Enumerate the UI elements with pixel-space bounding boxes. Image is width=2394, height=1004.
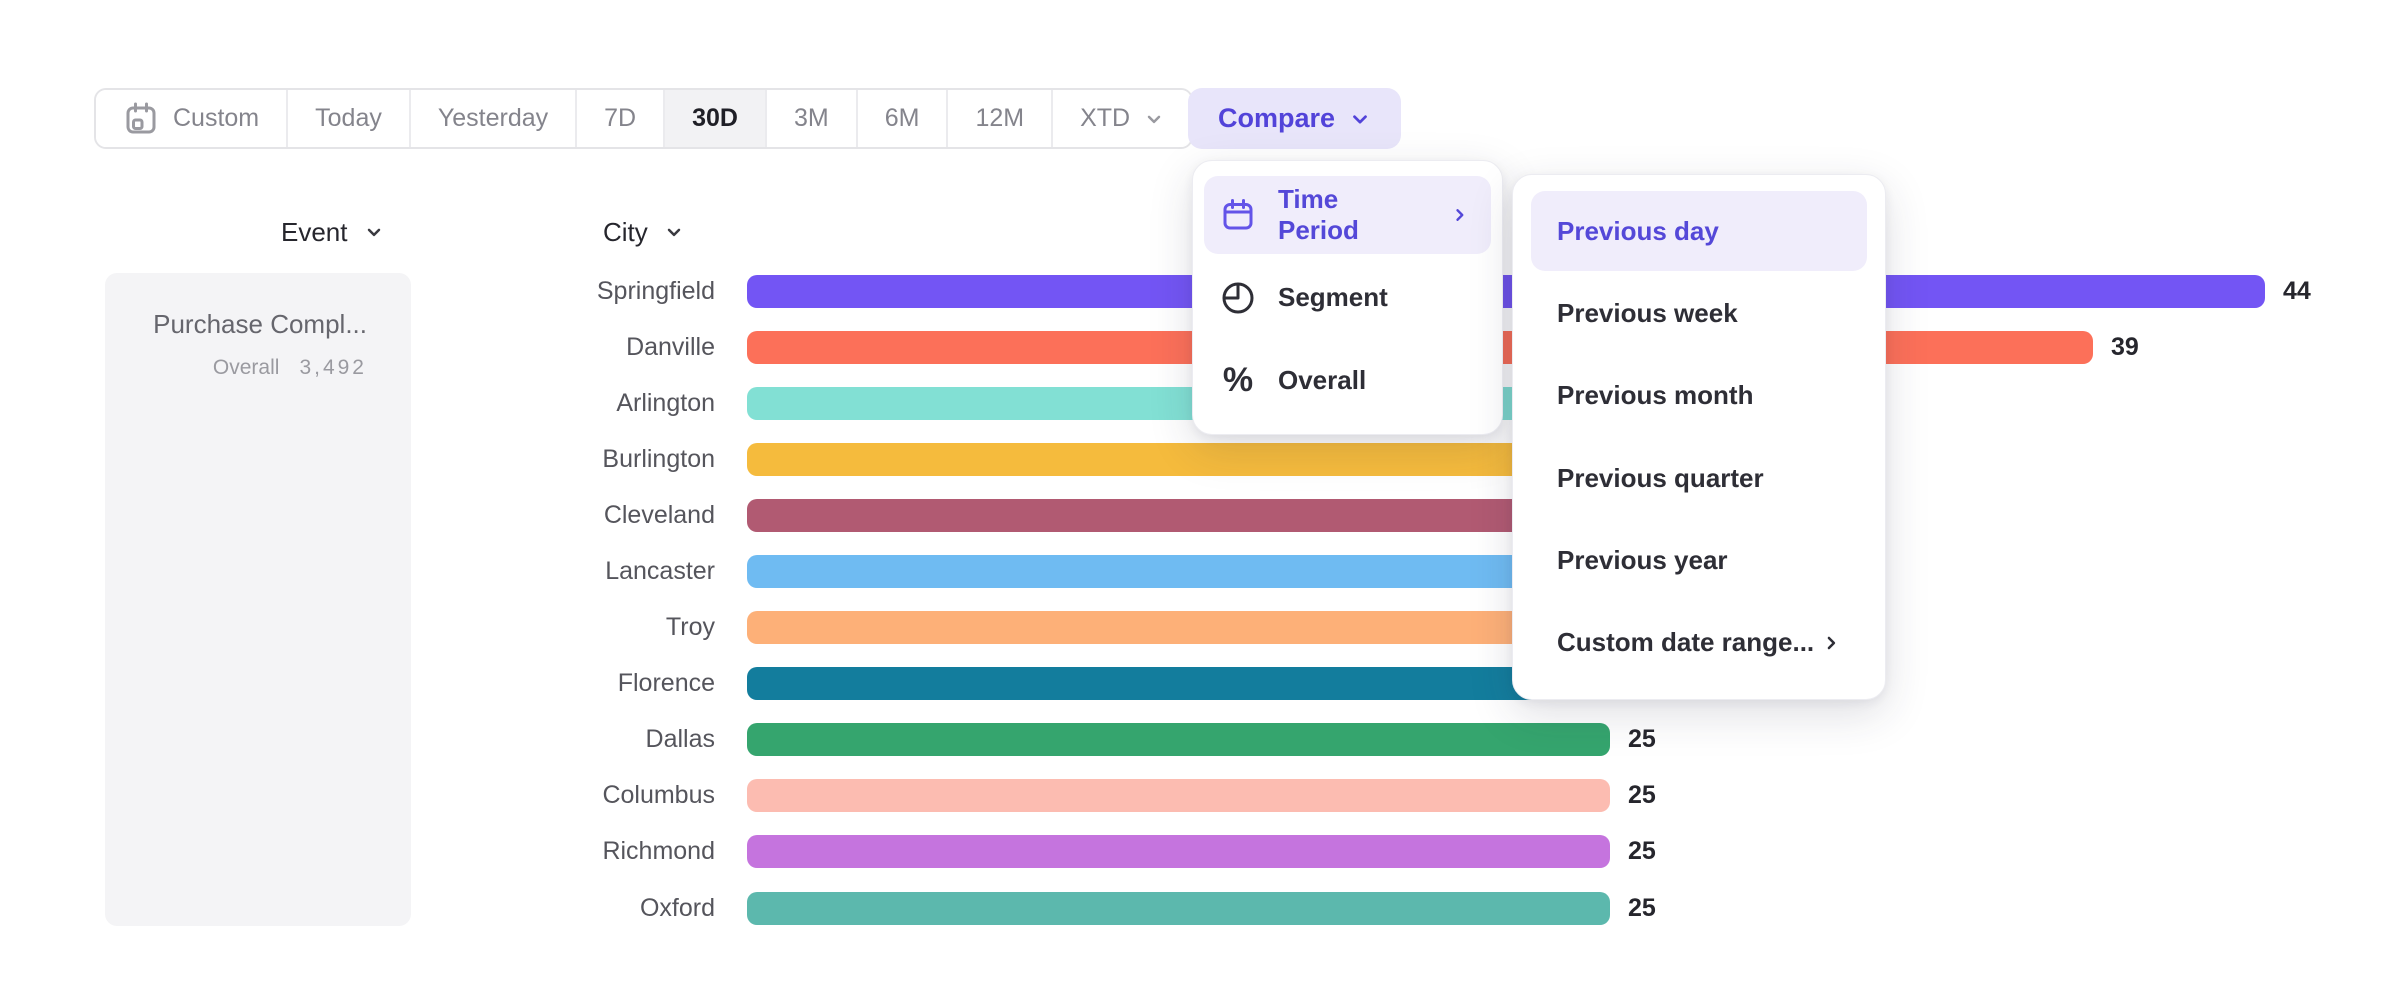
- chart-row-lancaster: Lancaster: [0, 543, 2394, 599]
- compare-menu-item-time-period[interactable]: Time Period: [1204, 176, 1491, 254]
- submenu-item-label: Custom date range...: [1557, 627, 1814, 658]
- date-range-button-label: 30D: [692, 104, 738, 133]
- date-range-button-custom[interactable]: Custom: [96, 90, 288, 147]
- bar-value-label: 25: [1628, 837, 1656, 866]
- bar-value-label: 25: [1628, 725, 1656, 754]
- event-column-label: Event: [281, 217, 348, 248]
- submenu-item-previous-week[interactable]: Previous week: [1531, 273, 1867, 353]
- bar-value-label: 39: [2111, 333, 2139, 362]
- date-range-button-label: 3M: [794, 104, 829, 133]
- compare-menu-item-label: Time Period: [1278, 184, 1406, 246]
- bar-springfield[interactable]: [747, 275, 2265, 308]
- date-range-button-6m[interactable]: 6M: [858, 90, 949, 147]
- bar-value-label: 44: [2283, 277, 2311, 306]
- chevron-right-icon: [1821, 633, 1841, 653]
- compare-menu: Time Period Segment% Overall: [1192, 160, 1503, 435]
- bar-category-label: Springfield: [0, 277, 715, 306]
- bar-category-label: Florence: [0, 669, 715, 698]
- chevron-down-icon: [1349, 108, 1371, 130]
- calendar-icon: [1220, 197, 1256, 233]
- date-range-button-3m[interactable]: 3M: [767, 90, 858, 147]
- date-range-toolbar: Custom Today Yesterday 7D 30D 3M 6M 12M XTD: [94, 88, 1193, 149]
- bar-category-label: Troy: [0, 613, 715, 642]
- date-range-button-yesterday[interactable]: Yesterday: [411, 90, 577, 147]
- submenu-item-previous-month[interactable]: Previous month: [1531, 356, 1867, 436]
- compare-menu-item-label: Segment: [1278, 282, 1388, 313]
- compare-menu-item-overall[interactable]: % Overall: [1204, 341, 1491, 419]
- date-range-button-xtd[interactable]: XTD: [1053, 90, 1191, 147]
- bar-value-label: 25: [1628, 781, 1656, 810]
- submenu-item-previous-quarter[interactable]: Previous quarter: [1531, 438, 1867, 518]
- percent-icon: %: [1220, 362, 1256, 398]
- time-period-submenu: Previous day Previous week Previous month P…: [1512, 174, 1886, 700]
- bar-category-label: Columbus: [0, 781, 715, 810]
- date-range-button-30d[interactable]: 30D: [665, 90, 767, 147]
- chevron-down-icon: [1144, 109, 1164, 129]
- bar-category-label: Burlington: [0, 445, 715, 474]
- submenu-item-custom-date-range[interactable]: Custom date range...: [1531, 603, 1867, 683]
- chevron-right-icon: [1450, 204, 1469, 226]
- date-range-button-label: Custom: [173, 104, 259, 133]
- compare-menu-item-label: Overall: [1278, 365, 1366, 396]
- chart-row-burlington: Burlington: [0, 431, 2394, 487]
- city-column-label: City: [603, 217, 648, 248]
- submenu-item-label: Previous month: [1557, 380, 1753, 411]
- submenu-item-label: Previous year: [1557, 545, 1728, 576]
- date-range-button-label: 7D: [604, 104, 636, 133]
- date-range-button-label: XTD: [1080, 104, 1130, 133]
- calendar-icon: [123, 101, 159, 137]
- date-range-button-7d[interactable]: 7D: [577, 90, 665, 147]
- chart-row-dallas: Dallas 25: [0, 712, 2394, 768]
- chart-row-cleveland: Cleveland: [0, 487, 2394, 543]
- submenu-item-label: Previous day: [1557, 216, 1719, 247]
- submenu-item-label: Previous quarter: [1557, 463, 1764, 494]
- date-range-button-label: 6M: [885, 104, 920, 133]
- city-column-header[interactable]: City: [603, 214, 684, 250]
- compare-button[interactable]: Compare: [1188, 88, 1401, 149]
- chart-row-troy: Troy: [0, 600, 2394, 656]
- submenu-item-previous-year[interactable]: Previous year: [1531, 520, 1867, 600]
- bar-category-label: Dallas: [0, 725, 715, 754]
- bar-category-label: Richmond: [0, 837, 715, 866]
- chevron-down-icon: [664, 222, 684, 242]
- date-range-button-label: 12M: [975, 104, 1024, 133]
- bar-richmond[interactable]: [747, 835, 1610, 868]
- bar-dallas[interactable]: [747, 723, 1610, 756]
- bar-category-label: Oxford: [0, 894, 715, 923]
- bar-columbus[interactable]: [747, 779, 1610, 812]
- date-range-button-today[interactable]: Today: [288, 90, 411, 147]
- submenu-item-previous-day[interactable]: Previous day: [1531, 191, 1867, 271]
- chart-row-columbus: Columbus 25: [0, 768, 2394, 824]
- date-range-button-label: Today: [315, 104, 382, 133]
- bar-category-label: Cleveland: [0, 501, 715, 530]
- date-range-button-label: Yesterday: [438, 104, 548, 133]
- bar-category-label: Arlington: [0, 389, 715, 418]
- submenu-item-label: Previous week: [1557, 298, 1738, 329]
- chart-row-richmond: Richmond 25: [0, 824, 2394, 880]
- event-column-header[interactable]: Event: [281, 214, 384, 250]
- bar-category-label: Danville: [0, 333, 715, 362]
- compare-menu-item-segment[interactable]: Segment: [1204, 259, 1491, 337]
- date-range-button-12m[interactable]: 12M: [948, 90, 1053, 147]
- chart-row-oxford: Oxford 25: [0, 880, 2394, 936]
- compare-button-label: Compare: [1218, 103, 1335, 134]
- bar-oxford[interactable]: [747, 892, 1610, 925]
- chevron-down-icon: [364, 222, 384, 242]
- bar-value-label: 25: [1628, 894, 1656, 923]
- analytics-report-page: Custom Today Yesterday 7D 30D 3M 6M 12M XTD Comp…: [0, 0, 2394, 1004]
- segment-icon: [1220, 280, 1256, 316]
- chart-row-florence: Florence: [0, 656, 2394, 712]
- bar-category-label: Lancaster: [0, 557, 715, 586]
